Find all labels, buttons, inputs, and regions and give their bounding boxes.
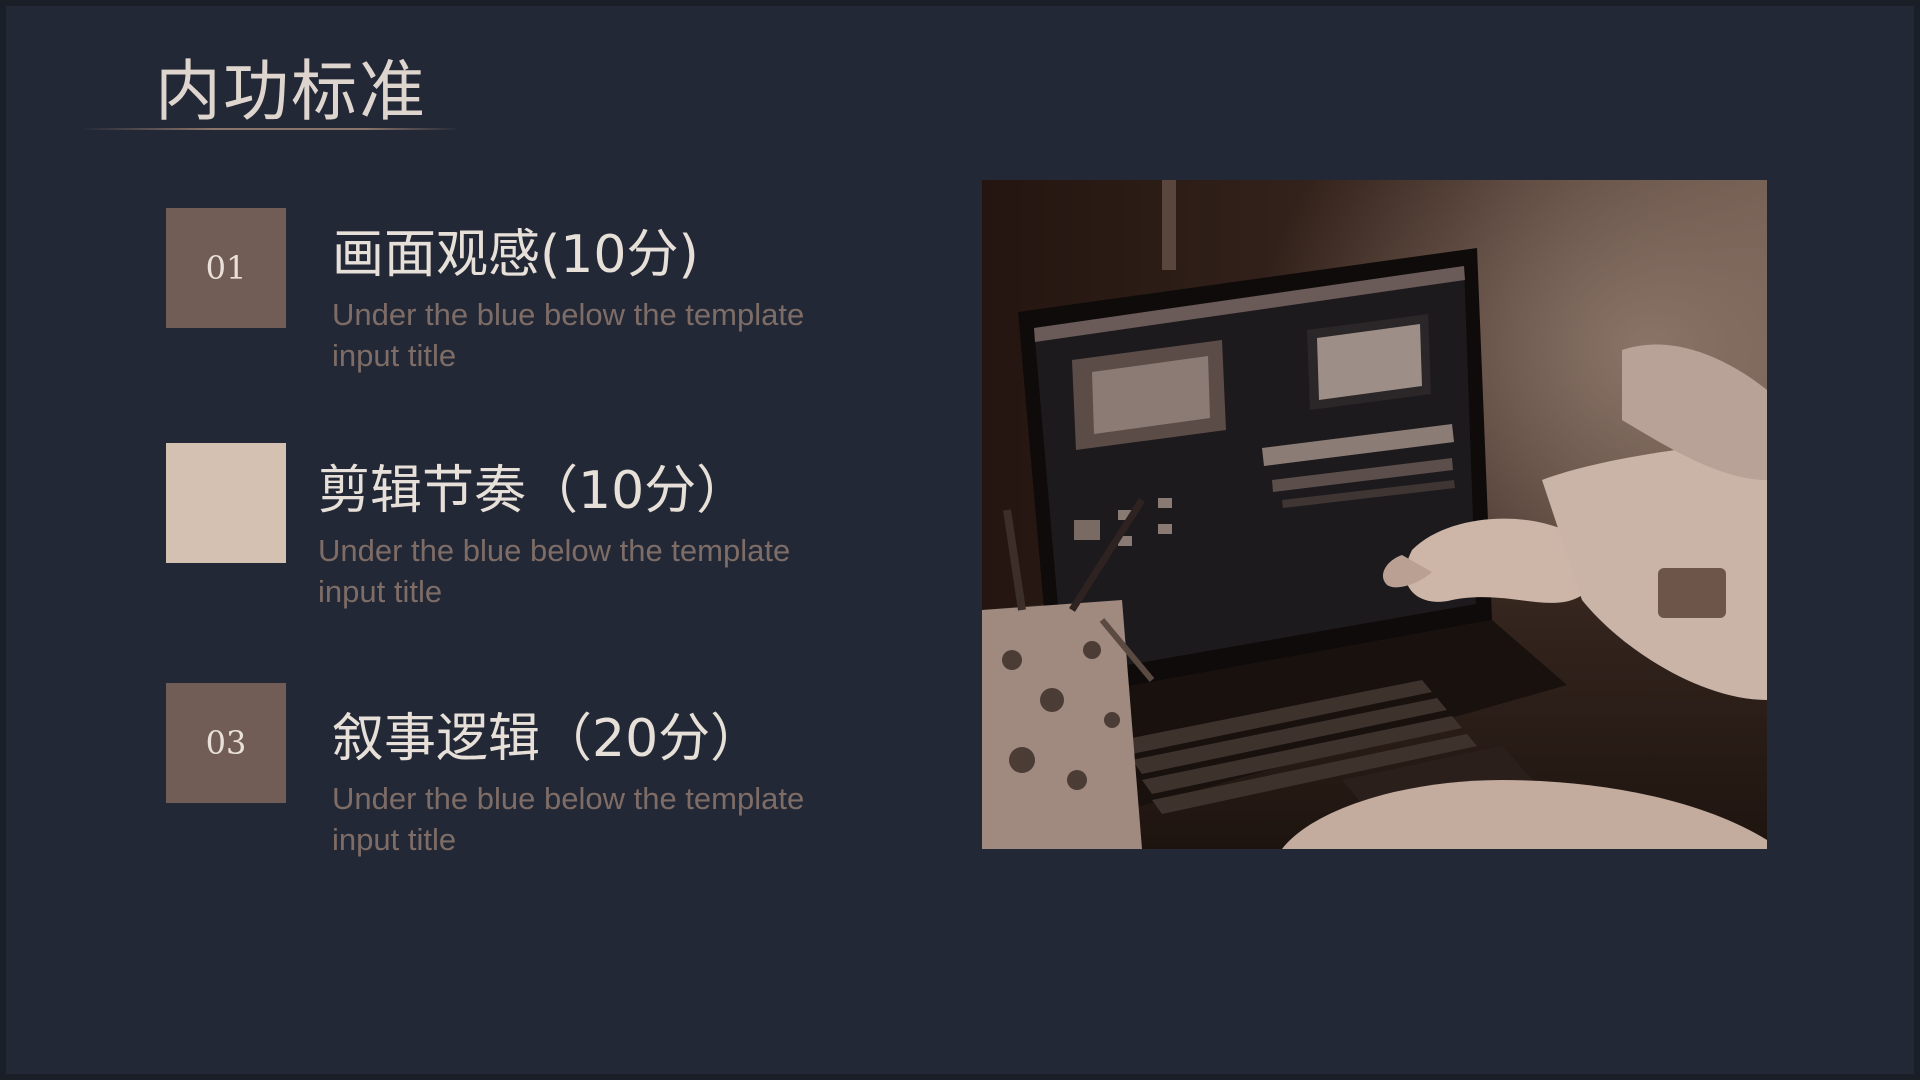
item-title: 剪辑节奏（10分） <box>318 461 749 521</box>
number-badge: 01 <box>166 208 286 328</box>
number-badge: 03 <box>166 683 286 803</box>
number-badge <box>166 443 286 563</box>
item-description: Under the blue below the template input … <box>332 781 805 857</box>
slide: 内功标准 01 画面观感(10分) Under the blue below t… <box>0 0 1920 1080</box>
laptop-video-editing-photo <box>982 180 1767 849</box>
title-underline <box>80 128 460 130</box>
page-title: 内功标准 <box>155 53 427 130</box>
item-title: 画面观感(10分) <box>332 225 699 285</box>
item-description: Under the blue below the template input … <box>332 297 805 373</box>
item-title: 叙事逻辑（20分） <box>332 709 763 769</box>
item-description: Under the blue below the template input … <box>318 533 791 609</box>
